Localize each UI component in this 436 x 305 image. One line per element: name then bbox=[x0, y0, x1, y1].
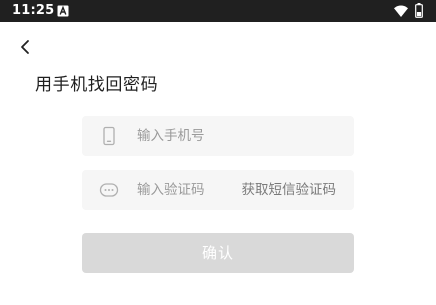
code-input[interactable] bbox=[137, 170, 232, 210]
chevron-left-icon bbox=[21, 40, 29, 54]
page-title: 用手机找回密码 bbox=[35, 75, 159, 95]
status-bar: 11:25 bbox=[0, 0, 436, 22]
status-time: 11:25 bbox=[12, 3, 55, 18]
back-button[interactable] bbox=[16, 36, 38, 58]
get-code-button[interactable]: 获取短信验证码 bbox=[242, 170, 337, 210]
phone-field[interactable] bbox=[82, 116, 354, 156]
confirm-button[interactable]: 确认 bbox=[82, 233, 354, 273]
phone-icon bbox=[103, 126, 115, 146]
message-bubble-icon bbox=[99, 183, 119, 197]
code-field[interactable]: 获取短信验证码 bbox=[82, 170, 354, 210]
notification-a-icon bbox=[57, 5, 69, 17]
battery-icon bbox=[415, 3, 423, 18]
wifi-icon bbox=[394, 5, 408, 17]
phone-input[interactable] bbox=[137, 116, 342, 156]
phone-screen: 11:25 用手机找回密码 输入手机号 输入验证码 获取短信验证码 确认 bbox=[0, 0, 436, 305]
